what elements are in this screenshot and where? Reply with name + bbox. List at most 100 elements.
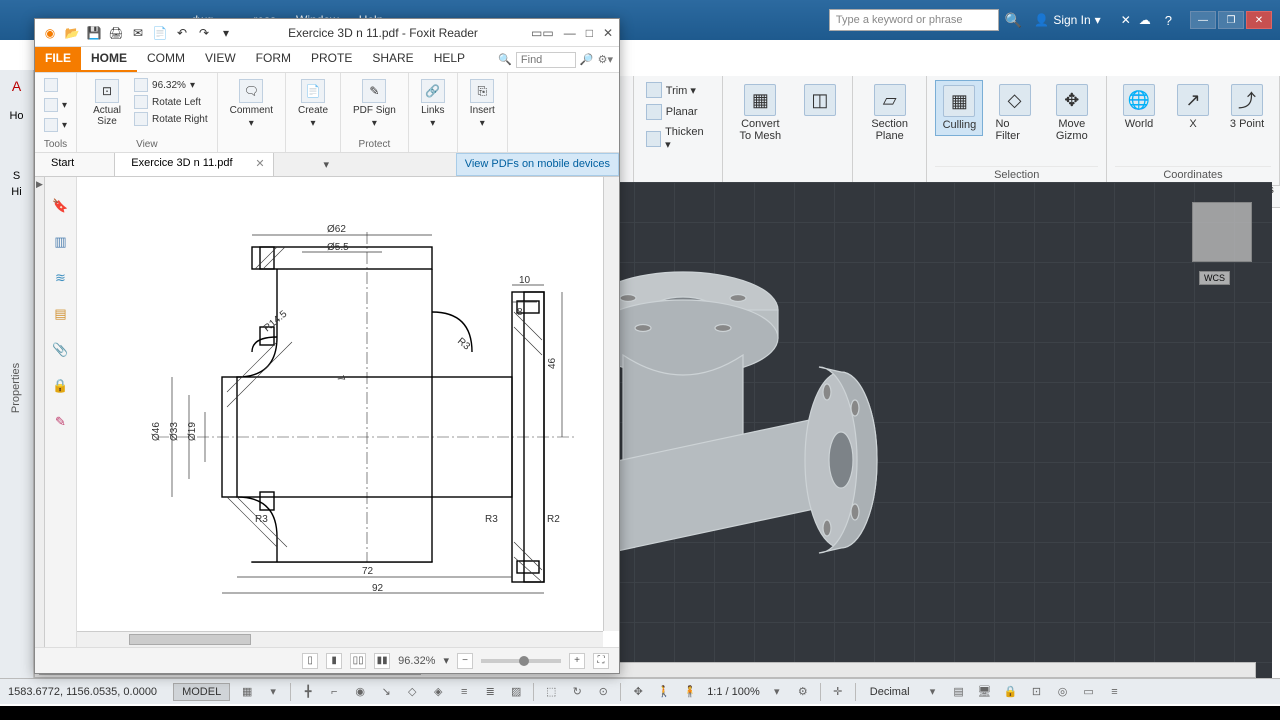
- foxit-logo-icon[interactable]: ◉: [41, 24, 59, 42]
- binoculars-icon[interactable]: 🔍: [1005, 12, 1022, 29]
- viewmode-facing-icon[interactable]: ▯▯: [350, 653, 366, 669]
- foxit-minimize-button[interactable]: —: [564, 26, 576, 40]
- tab-view[interactable]: VIEW: [195, 47, 246, 72]
- snap-icon[interactable]: ╋: [299, 683, 317, 701]
- pages-icon[interactable]: ▥: [52, 233, 70, 251]
- page-vertical-scrollbar[interactable]: [603, 177, 619, 631]
- mesh-extra-button[interactable]: ◫: [796, 80, 844, 120]
- viewmode-contfacing-icon[interactable]: ▮▮: [374, 653, 390, 669]
- help-icon[interactable]: ?: [1165, 13, 1172, 28]
- cycling-icon[interactable]: ↻: [568, 683, 586, 701]
- 3dosnap-icon[interactable]: ◈: [429, 683, 447, 701]
- tab-share[interactable]: SHARE: [362, 47, 423, 72]
- iso-icon[interactable]: ↘: [377, 683, 395, 701]
- zoom-in-button[interactable]: +: [569, 653, 585, 669]
- autocad-logo-icon[interactable]: A: [12, 78, 21, 94]
- print-icon[interactable]: 🖨: [107, 24, 125, 42]
- sign-in-button[interactable]: 👤Sign In▾: [1034, 13, 1100, 27]
- save-icon[interactable]: 💾: [85, 24, 103, 42]
- monitor-icon[interactable]: 🖥: [976, 683, 994, 701]
- otrack-icon[interactable]: ≡: [455, 683, 473, 701]
- doc-icon[interactable]: 📄: [151, 24, 169, 42]
- annotation-scale[interactable]: 1:1 / 100%: [707, 686, 760, 698]
- hw-icon[interactable]: ⊡: [1028, 683, 1046, 701]
- three-point-button[interactable]: ⤴3 Point: [1223, 80, 1271, 134]
- bookmark-icon[interactable]: 🔖: [52, 197, 70, 215]
- trim-button[interactable]: Trim ▾: [642, 80, 700, 100]
- planar-button[interactable]: Planar: [642, 102, 702, 122]
- autocad-search-input[interactable]: Type a keyword or phrase: [829, 9, 999, 31]
- redo-icon[interactable]: ↷: [195, 24, 213, 42]
- nav-collapse-button[interactable]: ▶: [35, 177, 45, 647]
- tab-comment[interactable]: COMM: [137, 47, 195, 72]
- doc-tab-start[interactable]: Start: [35, 153, 115, 176]
- email-icon[interactable]: ✉: [129, 24, 147, 42]
- grid-dropdown-icon[interactable]: ▾: [264, 683, 282, 701]
- grid-icon[interactable]: ▦: [238, 683, 256, 701]
- section-plane-button[interactable]: ▱Section Plane: [861, 80, 919, 146]
- find-input[interactable]: [516, 52, 576, 68]
- qat-dropdown-icon[interactable]: ▾: [217, 24, 235, 42]
- tab-file[interactable]: FILE: [35, 47, 81, 72]
- dynucs-icon[interactable]: ⊙: [594, 683, 612, 701]
- security-icon[interactable]: 🔒: [52, 377, 70, 395]
- culling-button[interactable]: ▦Culling: [935, 80, 983, 136]
- actual-size-button[interactable]: ⊡Actual Size: [85, 77, 129, 129]
- maximize-button[interactable]: ❐: [1218, 11, 1244, 29]
- zoom-level-combo[interactable]: 96.32%▾: [133, 77, 209, 93]
- ortho-icon[interactable]: ⌐: [325, 683, 343, 701]
- gizmo-status-icon[interactable]: ✥: [629, 683, 647, 701]
- walk2-icon[interactable]: 🧍: [681, 683, 699, 701]
- foxit-page-view[interactable]: Ø62 Ø5.5 R14.5 R3 Ø46 Ø33 Ø19 10 8 46 72…: [77, 177, 619, 647]
- transparency-icon[interactable]: ▨: [507, 683, 525, 701]
- walk-icon[interactable]: 🚶: [655, 683, 673, 701]
- polar-icon[interactable]: ◉: [351, 683, 369, 701]
- fullscreen-button[interactable]: ⛶: [593, 653, 609, 669]
- model-button[interactable]: MODEL: [173, 683, 230, 701]
- page-horizontal-scrollbar[interactable]: [77, 631, 603, 647]
- viewmode-continuous-icon[interactable]: ▮: [326, 653, 342, 669]
- viewmode-single-icon[interactable]: ▯: [302, 653, 318, 669]
- rotate-left-button[interactable]: Rotate Left: [133, 94, 209, 110]
- signatures-icon[interactable]: ✎: [52, 413, 70, 431]
- find-settings-icon[interactable]: ⚙▾: [598, 53, 613, 66]
- attachments-icon[interactable]: 📎: [52, 341, 70, 359]
- lock-icon[interactable]: 🔒: [1002, 683, 1020, 701]
- no-filter-button[interactable]: ◇No Filter: [989, 80, 1039, 146]
- comments-icon[interactable]: ▤: [52, 305, 70, 323]
- custom-icon[interactable]: ≡: [1106, 683, 1124, 701]
- layers-icon[interactable]: ≋: [52, 269, 70, 287]
- units-button[interactable]: Decimal: [864, 684, 916, 700]
- insert-button[interactable]: ⎘Insert▾: [466, 77, 499, 131]
- zoom-slider[interactable]: [481, 659, 561, 663]
- comment-button[interactable]: 🗨Comment▾: [226, 77, 277, 131]
- tab-home[interactable]: HOME: [81, 47, 137, 72]
- select-text-button[interactable]: ▾: [43, 97, 68, 113]
- links-button[interactable]: 🔗Links▾: [417, 77, 449, 131]
- clean-icon[interactable]: ▭: [1080, 683, 1098, 701]
- lineweight-icon[interactable]: ≣: [481, 683, 499, 701]
- ribbon-mode-icon[interactable]: ▭▭: [531, 26, 554, 40]
- pdf-sign-button[interactable]: ✎PDF Sign▾: [349, 77, 400, 131]
- tab-form[interactable]: FORM: [246, 47, 301, 72]
- thicken-button[interactable]: Thicken ▾: [642, 124, 714, 153]
- world-button[interactable]: 🌐World: [1115, 80, 1163, 134]
- properties-tab[interactable]: Properties: [11, 363, 23, 413]
- tab-protect[interactable]: PROTE: [301, 47, 362, 72]
- gear-icon[interactable]: ⚙: [794, 683, 812, 701]
- cloud-icon[interactable]: ☁: [1139, 13, 1151, 27]
- close-tab-icon[interactable]: ✕: [255, 157, 264, 170]
- sc-icon[interactable]: ⬚: [542, 683, 560, 701]
- undo-icon[interactable]: ↶: [173, 24, 191, 42]
- move-gizmo-button[interactable]: ✥Move Gizmo: [1046, 80, 1098, 146]
- isolate-icon[interactable]: ◎: [1054, 683, 1072, 701]
- snapshot-button[interactable]: ▾: [43, 117, 68, 133]
- close-button[interactable]: ✕: [1246, 11, 1272, 29]
- mobile-tip-banner[interactable]: View PDFs on mobile devices: [456, 153, 619, 176]
- x-button[interactable]: ↗X: [1169, 80, 1217, 134]
- foxit-close-button[interactable]: ✕: [603, 26, 613, 40]
- rotate-right-button[interactable]: Rotate Right: [133, 111, 209, 127]
- zoom-out-button[interactable]: −: [457, 653, 473, 669]
- create-button[interactable]: 📄Create▾: [294, 77, 332, 131]
- viewcube[interactable]: [1192, 202, 1252, 262]
